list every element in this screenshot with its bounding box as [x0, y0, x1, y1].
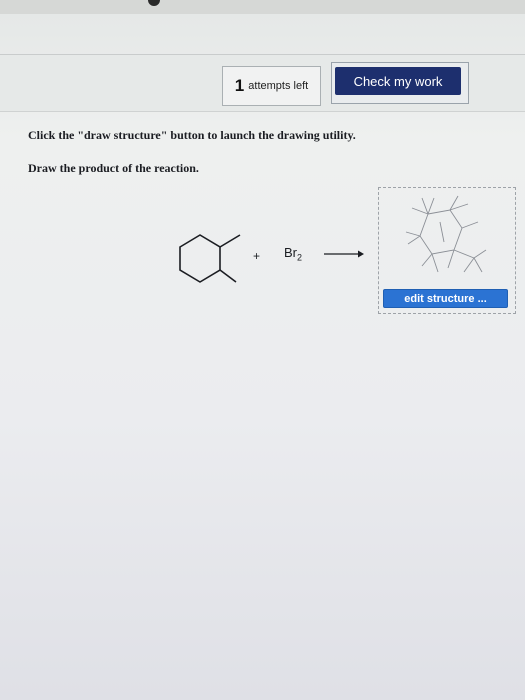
attempts-counter: 1 attempts left: [222, 66, 321, 106]
attempts-number: 1: [234, 76, 245, 95]
reagent-br2: Br2: [284, 245, 302, 263]
check-button-frame: Check my work: [331, 62, 469, 104]
top-edge-strip: [0, 0, 525, 14]
attempts-label: attempts left: [248, 80, 309, 92]
reagent-symbol: Br: [284, 245, 297, 260]
reaction-arrow-icon: [324, 250, 364, 258]
reagent-subscript: 2: [297, 252, 303, 263]
check-my-work-button[interactable]: Check my work: [335, 67, 461, 95]
cutoff-icon: [148, 0, 160, 6]
product-structure-thumbnail-icon: [405, 195, 487, 273]
plus-sign: +: [253, 249, 261, 263]
edit-structure-button[interactable]: edit structure ...: [383, 289, 508, 308]
instruction-draw-structure: Click the "draw structure" button to lau…: [28, 128, 356, 142]
methylcyclohexane-structure-icon: [179, 234, 241, 283]
instruction-draw-product: Draw the product of the reaction.: [28, 161, 199, 175]
